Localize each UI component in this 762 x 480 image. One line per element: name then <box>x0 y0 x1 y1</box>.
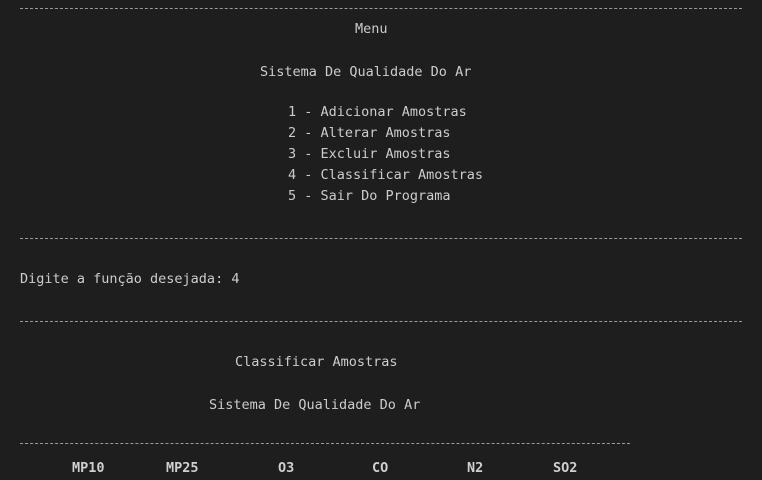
menu-item-edit: 2 - Alterar Amostras <box>288 125 451 141</box>
menu-title: Menu <box>355 21 388 37</box>
header-co: CO <box>372 460 389 476</box>
menu-item-delete: 3 - Excluir Amostras <box>288 146 451 162</box>
header-mp25: MP25 <box>166 460 199 476</box>
menu-item-classify: 4 - Classificar Amostras <box>288 167 484 183</box>
menu-system-name: Sistema De Qualidade Do Ar <box>260 64 472 80</box>
divider-prompt-end <box>20 321 742 322</box>
header-n2: N2 <box>467 460 484 476</box>
classify-system-name: Sistema De Qualidade Do Ar <box>209 397 421 413</box>
divider-top <box>20 8 742 9</box>
table-header-row: MP10 MP25 O3 CO N2 SO2 <box>0 458 762 479</box>
menu-list: 1 - Adicionar Amostras 2 - Alterar Amost… <box>288 102 483 207</box>
header-so2: SO2 <box>553 460 578 476</box>
function-prompt[interactable]: Digite a função desejada: 4 <box>20 269 239 290</box>
divider-table-top <box>20 443 630 444</box>
header-mp10: MP10 <box>72 460 105 476</box>
header-o3: O3 <box>278 460 295 476</box>
menu-item-add: 1 - Adicionar Amostras <box>288 104 467 120</box>
divider-menu-end <box>20 238 742 239</box>
menu-item-exit: 5 - Sair Do Programa <box>288 188 451 204</box>
classify-title: Classificar Amostras <box>235 354 398 370</box>
